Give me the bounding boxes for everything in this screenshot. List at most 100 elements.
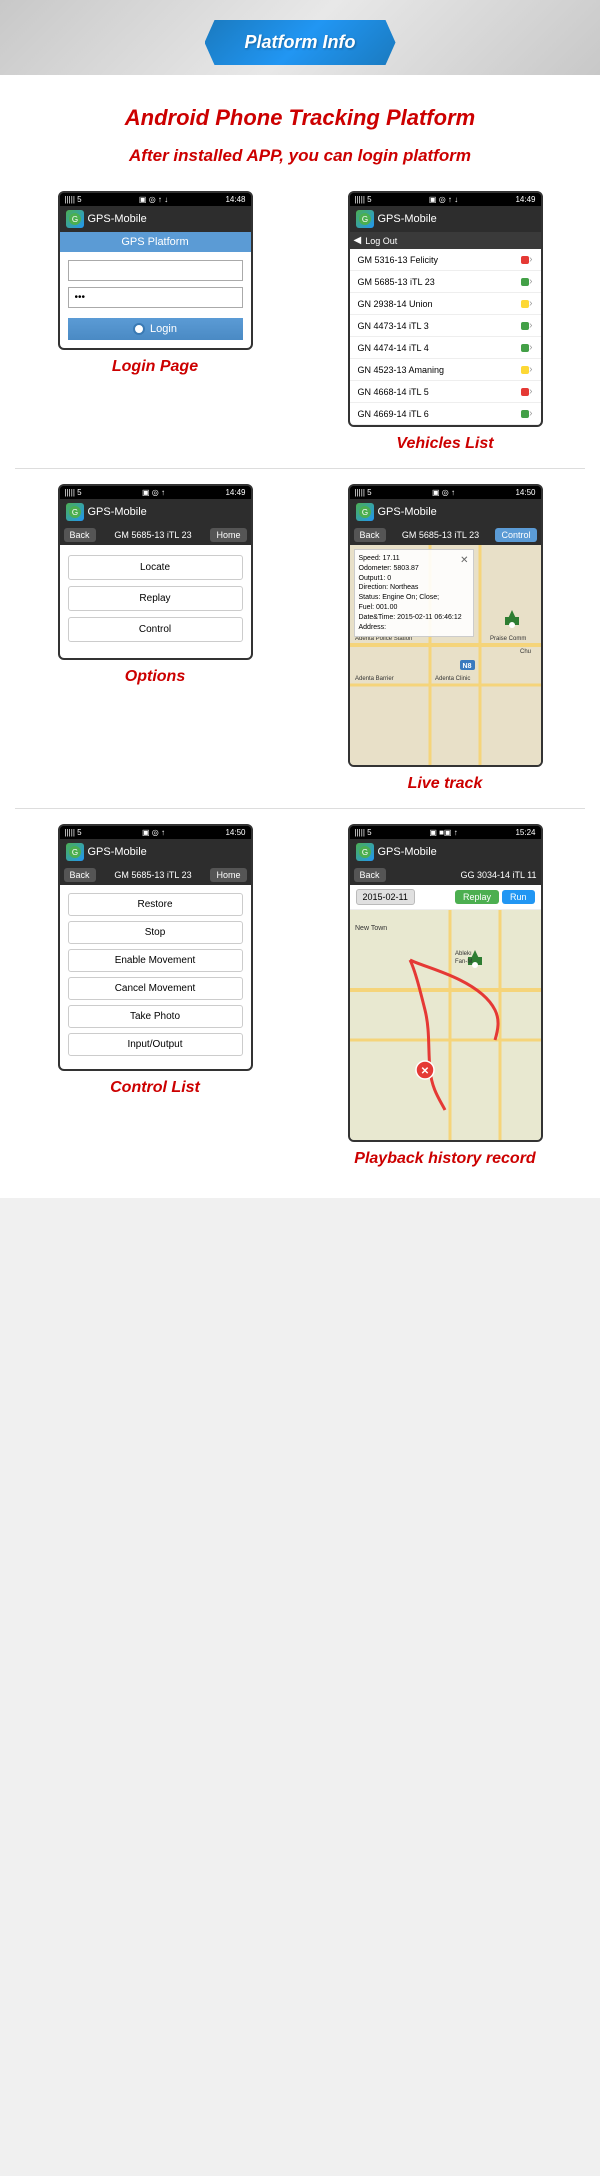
livetrack-map: Adenta Police Station Adenta Barrier Ade… [350,545,541,765]
playback-phone-section: ||||| 5 ▣ ■▣ ↑ 15:24 G GPS-Mobile Back G… [305,824,585,1168]
options-back-button[interactable]: Back [64,528,96,542]
control-app-header: G GPS-Mobile [60,839,251,865]
login-label: Login Page [112,358,198,376]
options-home-button[interactable]: Home [210,528,246,542]
options-status-bar: ||||| 5 ▣ ◎ ↑ 14:49 [60,486,251,499]
login-app-logo: G [66,210,84,228]
phone-grid-row3: ||||| 5 ▣ ◎ ↑ 14:50 G GPS-Mobile Back GM… [0,814,600,1178]
list-item[interactable]: GM 5685-13 iTL 23 › [350,271,541,293]
take-photo-button[interactable]: Take Photo [68,1005,243,1028]
page-subtitle: After installed APP, you can login platf… [0,141,600,181]
cancel-movement-button[interactable]: Cancel Movement [68,977,243,1000]
section-divider-1 [15,468,585,469]
restore-button[interactable]: Restore [68,893,243,916]
vehicle-list: GM 5316-13 Felicity › GM 5685-13 iTL 23 … [350,249,541,425]
livetrack-phone-section: ||||| 5 ▣ ◎ ↑ 14:50 G GPS-Mobile Back GM… [305,484,585,793]
vehicles-status-bar: ||||| 5 ▣ ◎ ↑ ↓ 14:49 [350,193,541,206]
login-gps-bar: GPS Platform [60,232,251,252]
password-input[interactable] [68,287,243,308]
options-list: Locate Replay Control [60,545,251,658]
ribbon-text: Platform Info [245,32,356,52]
list-item[interactable]: GN 4474-14 iTL 4 › [350,337,541,359]
login-status-bar: ||||| 5 ▣ ◎ ↑ ↓ 14:48 [60,193,251,206]
livetrack-app-logo: G [356,503,374,521]
control-nav-bar: Back GM 5685-13 iTL 23 Home [60,865,251,885]
replay-button[interactable]: Replay [68,586,243,611]
playback-nav-bar: Back GG 3034-14 iTL 11 [350,865,541,885]
livetrack-nav-title: GM 5685-13 iTL 23 [402,530,479,540]
phone-grid-row2: ||||| 5 ▣ ◎ ↑ 14:49 G GPS-Mobile Back GM… [0,474,600,803]
playback-date[interactable]: 2015-02-11 [356,889,415,905]
svg-text:Ablekı: Ablekı [455,951,472,957]
svg-text:G: G [361,508,367,517]
playback-phone-frame: ||||| 5 ▣ ■▣ ↑ 15:24 G GPS-Mobile Back G… [348,824,543,1142]
options-app-header: G GPS-Mobile [60,499,251,525]
livetrack-nav-bar: Back GM 5685-13 iTL 23 Control [350,525,541,545]
status-dot-red [521,256,529,264]
playback-buttons: Replay Run [455,890,535,904]
control-phone-section: ||||| 5 ▣ ◎ ↑ 14:50 G GPS-Mobile Back GM… [15,824,295,1168]
vehicles-app-header: G GPS-Mobile [350,206,541,232]
login-body: Login [60,252,251,348]
input-output-button[interactable]: Input/Output [68,1033,243,1056]
page-title: Android Phone Tracking Platform [0,75,600,141]
bottom-spacer [0,1178,600,1198]
main-content: Android Phone Tracking Platform After in… [0,75,600,1198]
control-back-button[interactable]: Back [64,868,96,882]
list-item[interactable]: GN 4668-14 iTL 5 › [350,381,541,403]
playback-replay-button[interactable]: Replay [455,890,499,904]
control-home-button[interactable]: Home [210,868,246,882]
login-signal: ||||| 5 [65,195,82,204]
control-nav-title: GM 5685-13 iTL 23 [114,870,191,880]
svg-text:Adenta Barrier: Adenta Barrier [355,676,394,682]
control-list: Restore Stop Enable Movement Cancel Move… [60,885,251,1069]
playback-map-svg: ✕ New Town Ablekı Fan-M [350,910,541,1140]
options-app-logo: G [66,503,84,521]
locate-button[interactable]: Locate [68,555,243,580]
login-status-icons: ▣ ◎ ↑ ↓ [139,195,168,204]
control-phone-frame: ||||| 5 ▣ ◎ ↑ 14:50 G GPS-Mobile Back GM… [58,824,253,1071]
login-time: 14:48 [225,195,245,204]
section-divider-2 [15,808,585,809]
vehicles-nav-bar: ◀ Log Out [350,232,541,249]
list-item[interactable]: GN 4669-14 iTL 6 › [350,403,541,425]
playback-nav-title: GG 3034-14 iTL 11 [460,870,536,880]
playback-app-header: G GPS-Mobile [350,839,541,865]
list-item[interactable]: GN 2938-14 Union › [350,293,541,315]
logout-button[interactable]: Log Out [365,236,397,246]
playback-back-button[interactable]: Back [354,868,386,882]
banner: Platform Info [0,0,600,75]
livetrack-app-header: G GPS-Mobile [350,499,541,525]
svg-text:Praise Comm: Praise Comm [490,636,526,642]
livetrack-phone-frame: ||||| 5 ▣ ◎ ↑ 14:50 G GPS-Mobile Back GM… [348,484,543,767]
livetrack-control-button[interactable]: Control [495,528,536,542]
login-app-header: G GPS-Mobile [60,206,251,232]
svg-text:✕: ✕ [420,1066,428,1077]
options-phone-frame: ||||| 5 ▣ ◎ ↑ 14:49 G GPS-Mobile Back GM… [58,484,253,660]
login-app-title: GPS-Mobile [88,213,147,225]
livetrack-back-button[interactable]: Back [354,528,386,542]
login-phone-section: ||||| 5 ▣ ◎ ↑ ↓ 14:48 G GPS-Mobile GPS P… [15,191,295,453]
status-dot-green [521,278,529,286]
control-button[interactable]: Control [68,617,243,642]
map-close-icon[interactable]: ✕ [460,554,468,568]
stop-button[interactable]: Stop [68,921,243,944]
username-input[interactable] [68,260,243,281]
list-item[interactable]: GM 5316-13 Felicity › [350,249,541,271]
list-item[interactable]: GN 4523-13 Amaning › [350,359,541,381]
svg-text:G: G [361,215,367,224]
login-button[interactable]: Login [68,318,243,340]
svg-text:G: G [71,215,77,224]
svg-text:G: G [71,848,77,857]
options-nav-bar: Back GM 5685-13 iTL 23 Home [60,525,251,545]
vehicles-phone-frame: ||||| 5 ▣ ◎ ↑ ↓ 14:49 G GPS-Mobile ◀ [348,191,543,427]
list-item[interactable]: GN 4473-14 iTL 3 › [350,315,541,337]
login-phone-frame: ||||| 5 ▣ ◎ ↑ ↓ 14:48 G GPS-Mobile GPS P… [58,191,253,350]
vehicles-phone-section: ||||| 5 ▣ ◎ ↑ ↓ 14:49 G GPS-Mobile ◀ [305,191,585,453]
control-status-bar: ||||| 5 ▣ ◎ ↑ 14:50 [60,826,251,839]
enable-movement-button[interactable]: Enable Movement [68,949,243,972]
livetrack-label: Live track [408,775,483,793]
playback-run-button[interactable]: Run [502,890,535,904]
playback-app-logo: G [356,843,374,861]
options-label: Options [125,668,185,686]
